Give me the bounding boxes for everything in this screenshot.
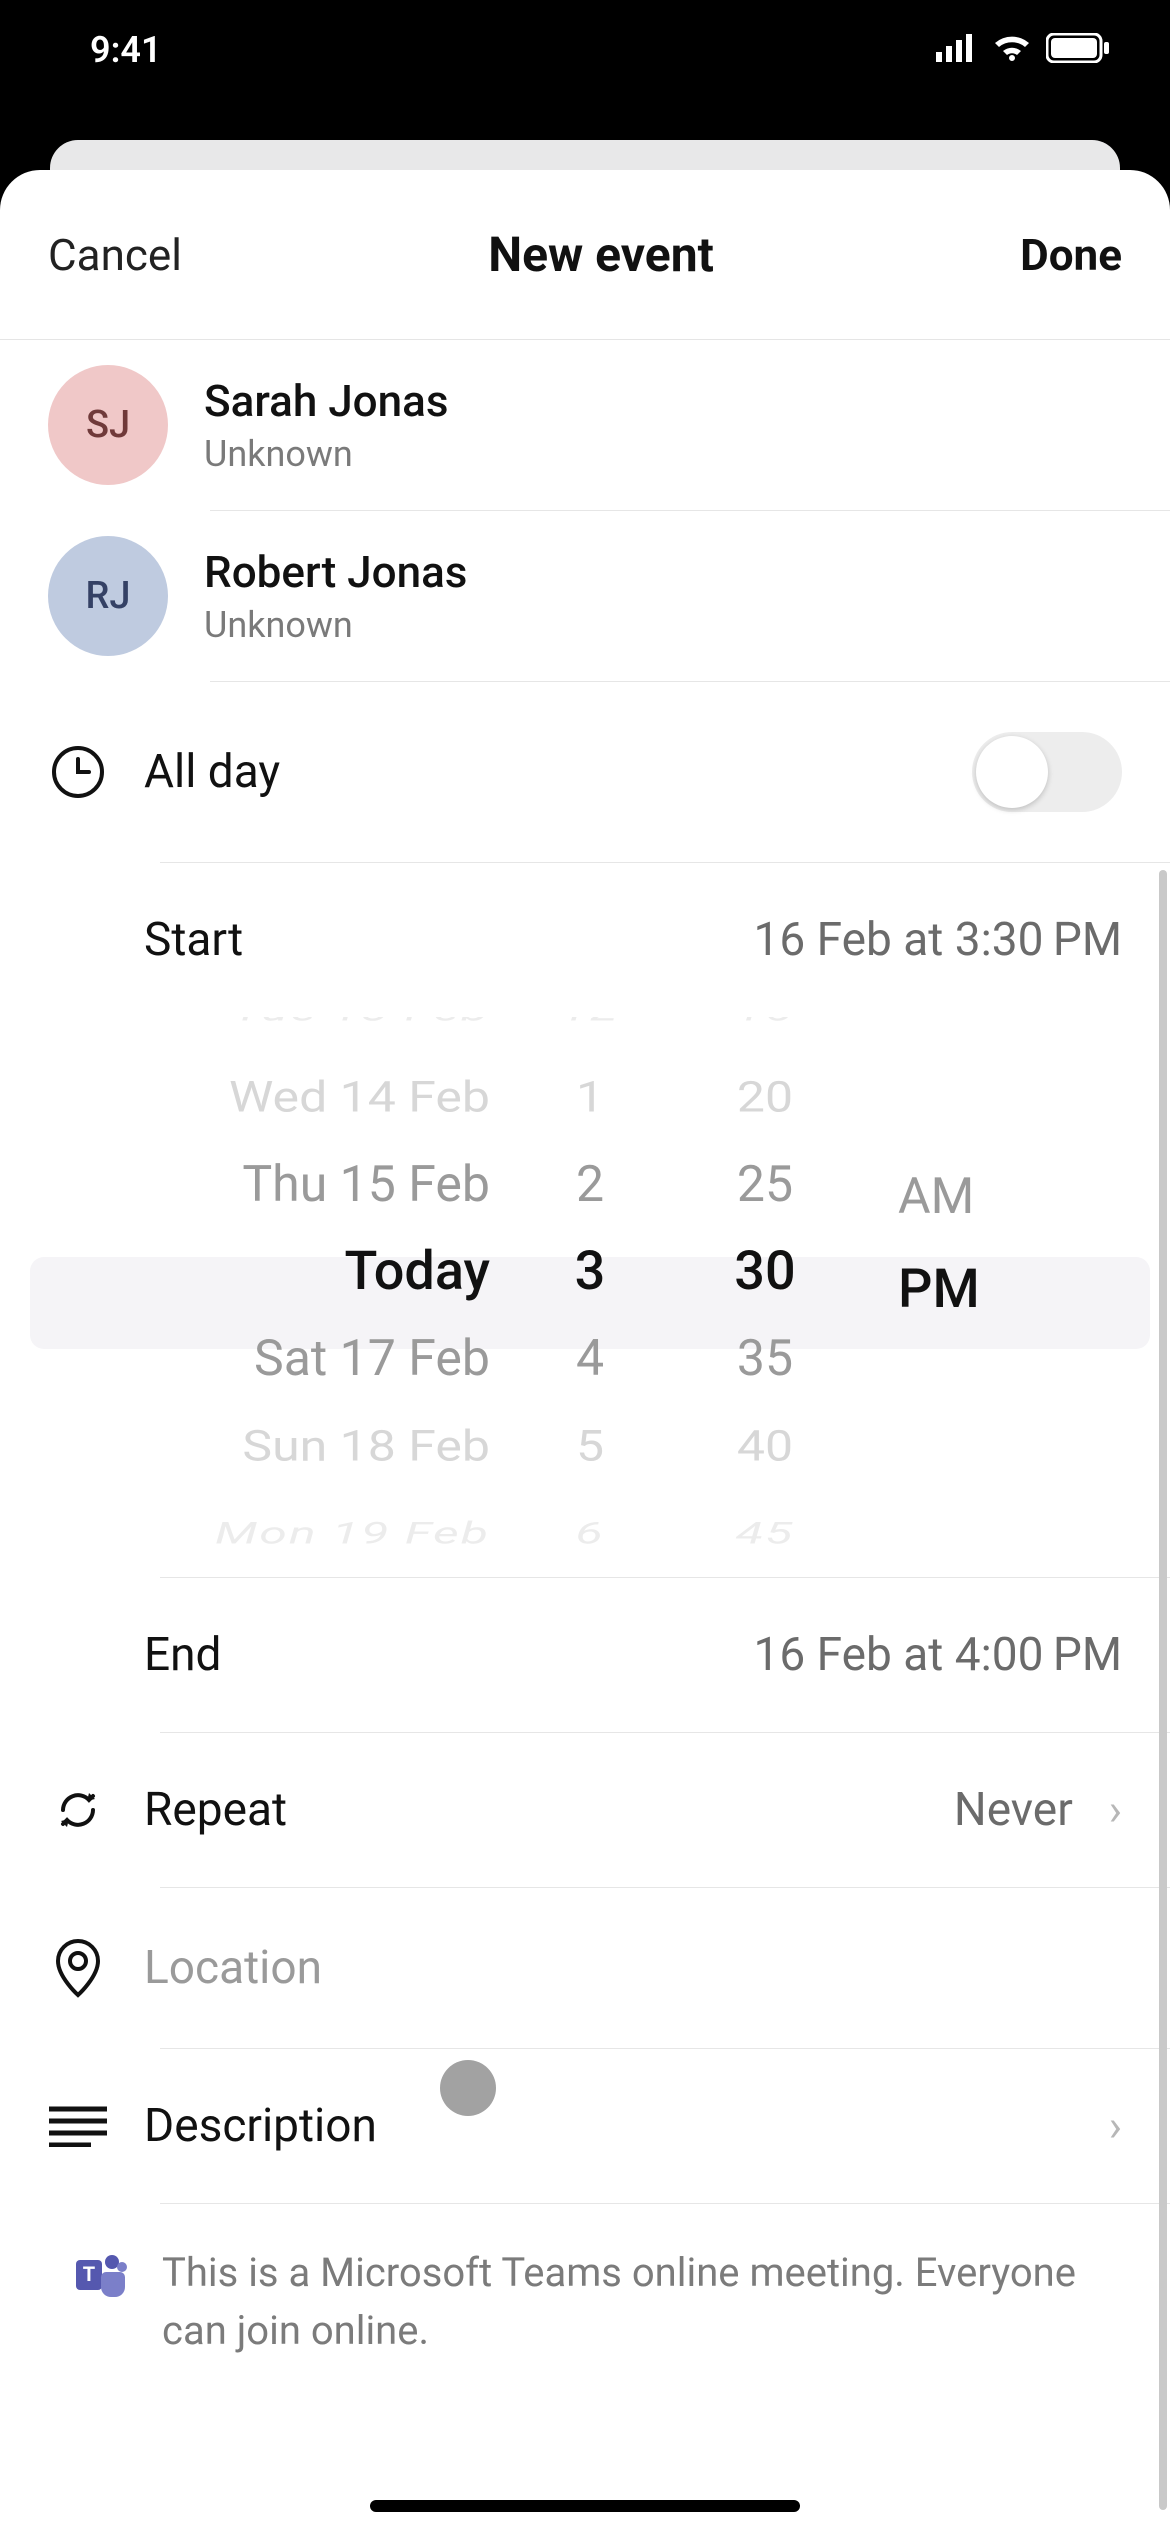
picker-item[interactable]: Sun 18 Feb bbox=[242, 1409, 490, 1483]
avatar: RJ bbox=[48, 536, 168, 656]
touch-indicator bbox=[440, 2060, 496, 2116]
cancel-button[interactable]: Cancel bbox=[48, 229, 182, 281]
chevron-right-icon: › bbox=[1109, 2100, 1122, 2152]
attendee-status: Unknown bbox=[204, 433, 449, 475]
attendee-row[interactable]: SJ Sarah Jonas Unknown bbox=[0, 340, 1170, 510]
picker-item[interactable]: 20 bbox=[737, 1061, 793, 1135]
signal-icon bbox=[936, 34, 978, 66]
svg-text:T: T bbox=[83, 2262, 95, 2286]
repeat-row[interactable]: Repeat Never › bbox=[0, 1733, 1170, 1887]
picker-item[interactable]: 2 bbox=[576, 1141, 604, 1228]
chevron-right-icon: › bbox=[1109, 1784, 1122, 1836]
picker-ampm-column[interactable]: AM PM bbox=[870, 1151, 1070, 1577]
picker-item[interactable]: 40 bbox=[737, 1409, 793, 1483]
repeat-label: Repeat bbox=[144, 1783, 287, 1837]
location-row[interactable]: Location bbox=[0, 1888, 1170, 2048]
end-row[interactable]: End 16 Feb at 4:00 PM bbox=[0, 1578, 1170, 1732]
picker-item[interactable]: Sat 17 Feb bbox=[254, 1316, 490, 1403]
attendee-status: Unknown bbox=[204, 604, 467, 646]
content: SJ Sarah Jonas Unknown RJ Robert Jonas U… bbox=[0, 340, 1170, 2532]
attendee-name: Sarah Jonas bbox=[204, 375, 449, 427]
attendee-name: Robert Jonas bbox=[204, 546, 467, 598]
description-label: Description bbox=[144, 2099, 377, 2153]
picker-item-selected[interactable]: Today bbox=[345, 1228, 490, 1315]
location-icon bbox=[48, 1938, 108, 1998]
picker-item[interactable]: 15 bbox=[736, 1017, 795, 1037]
end-value: 16 Feb at 4:00 PM bbox=[754, 1628, 1122, 1682]
all-day-row: All day bbox=[0, 682, 1170, 862]
picker-minute-column[interactable]: 15 20 25 30 35 40 45 bbox=[660, 1017, 870, 1577]
attendee-row[interactable]: RJ Robert Jonas Unknown bbox=[0, 511, 1170, 681]
start-value: 16 Feb at 3:30 PM bbox=[754, 913, 1122, 967]
modal-header: Cancel New event Done bbox=[0, 170, 1170, 340]
picker-item[interactable]: 35 bbox=[737, 1316, 793, 1403]
picker-item[interactable]: 6 bbox=[575, 1507, 604, 1559]
repeat-icon bbox=[48, 1783, 108, 1837]
picker-item[interactable]: 12 bbox=[561, 1017, 620, 1037]
page-title: New event bbox=[488, 226, 714, 283]
description-row[interactable]: Description › bbox=[0, 2049, 1170, 2203]
location-placeholder: Location bbox=[144, 1941, 322, 1995]
picker-item[interactable]: 4 bbox=[576, 1316, 604, 1403]
picker-item-selected[interactable]: PM bbox=[898, 1243, 980, 1335]
picker-item-selected[interactable]: 3 bbox=[575, 1228, 606, 1315]
teams-text: This is a Microsoft Teams online meeting… bbox=[162, 2244, 1122, 2360]
teams-icon: T bbox=[72, 2244, 128, 2304]
teams-meeting-row[interactable]: T This is a Microsoft Teams online meeti… bbox=[0, 2204, 1170, 2400]
picker-item[interactable]: 1 bbox=[576, 1061, 604, 1135]
modal-sheet: Cancel New event Done SJ Sarah Jonas Unk… bbox=[0, 170, 1170, 2532]
picker-item[interactable]: 45 bbox=[736, 1507, 795, 1559]
all-day-label: All day bbox=[144, 745, 280, 799]
start-row[interactable]: Start 16 Feb at 3:30 PM bbox=[0, 863, 1170, 1017]
start-label: Start bbox=[144, 913, 243, 967]
picker-item[interactable]: Mon 19 Feb bbox=[215, 1507, 490, 1559]
status-icons bbox=[936, 33, 1110, 67]
picker-item-selected[interactable]: 30 bbox=[734, 1228, 795, 1315]
battery-icon bbox=[1046, 33, 1110, 67]
avatar: SJ bbox=[48, 365, 168, 485]
end-label: End bbox=[144, 1628, 222, 1682]
status-bar: 9:41 bbox=[0, 0, 1170, 100]
datetime-picker[interactable]: Tue 13 Feb Wed 14 Feb Thu 15 Feb Today S… bbox=[0, 1017, 1170, 1577]
wifi-icon bbox=[992, 33, 1032, 67]
home-indicator[interactable] bbox=[370, 2500, 800, 2512]
picker-date-column[interactable]: Tue 13 Feb Wed 14 Feb Thu 15 Feb Today S… bbox=[0, 1017, 520, 1577]
picker-hour-column[interactable]: 12 1 2 3 4 5 6 bbox=[520, 1017, 660, 1577]
description-icon bbox=[48, 2105, 108, 2147]
picker-item[interactable]: 25 bbox=[737, 1141, 793, 1228]
picker-item[interactable]: Thu 15 Feb bbox=[242, 1141, 490, 1228]
picker-item[interactable]: AM bbox=[898, 1151, 974, 1243]
all-day-toggle[interactable] bbox=[972, 732, 1122, 812]
clock-icon bbox=[48, 745, 108, 799]
repeat-value: Never bbox=[954, 1783, 1073, 1837]
picker-item[interactable]: Tue 13 Feb bbox=[233, 1017, 490, 1037]
picker-item[interactable]: Wed 14 Feb bbox=[229, 1061, 490, 1135]
picker-item[interactable]: 5 bbox=[576, 1409, 604, 1483]
done-button[interactable]: Done bbox=[1020, 229, 1122, 281]
status-time: 9:41 bbox=[90, 29, 162, 71]
